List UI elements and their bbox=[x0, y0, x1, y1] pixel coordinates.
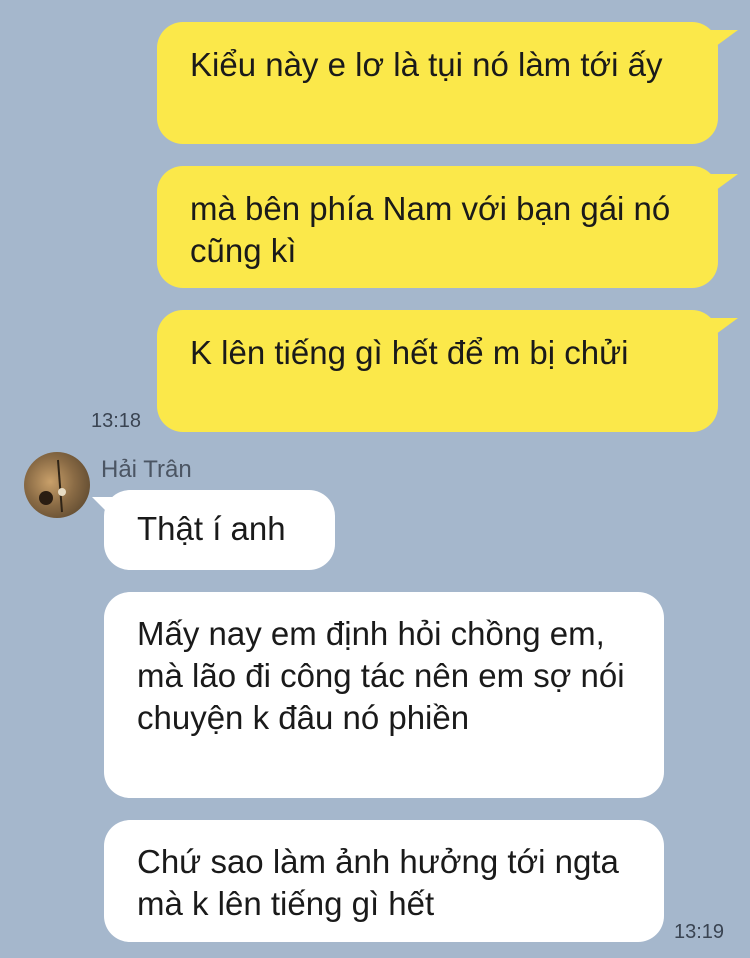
message-timestamp: 13:18 bbox=[91, 410, 142, 432]
message-text: Kiểu này e lơ là tụi nó làm tới ấy bbox=[190, 46, 663, 83]
sent-message-bubble[interactable]: Kiểu này e lơ là tụi nó làm tới ấy bbox=[157, 22, 718, 144]
received-message-bubble[interactable]: Thật í anh bbox=[104, 490, 335, 570]
received-message-bubble[interactable]: Mấy nay em định hỏi chồng em, mà lão đi … bbox=[104, 592, 664, 798]
message-timestamp: 13:19 bbox=[674, 921, 725, 943]
sent-message-bubble[interactable]: mà bên phía Nam với bạn gái nó cũng kì bbox=[157, 166, 718, 288]
message-text: K lên tiếng gì hết để m bị chửi bbox=[190, 334, 629, 371]
sender-name: Hải Trân bbox=[101, 456, 192, 483]
message-text: Mấy nay em định hỏi chồng em, mà lão đi … bbox=[137, 615, 625, 736]
message-text: Chứ sao làm ảnh hưởng tới ngta mà k lên … bbox=[137, 843, 619, 922]
received-message-bubble[interactable]: Chứ sao làm ảnh hưởng tới ngta mà k lên … bbox=[104, 820, 664, 942]
avatar-photo-icon bbox=[39, 459, 66, 513]
contact-avatar[interactable] bbox=[24, 452, 90, 518]
message-text: Thật í anh bbox=[137, 510, 286, 547]
message-text: mà bên phía Nam với bạn gái nó cũng kì bbox=[190, 190, 671, 269]
sent-message-bubble[interactable]: K lên tiếng gì hết để m bị chửi bbox=[157, 310, 718, 432]
